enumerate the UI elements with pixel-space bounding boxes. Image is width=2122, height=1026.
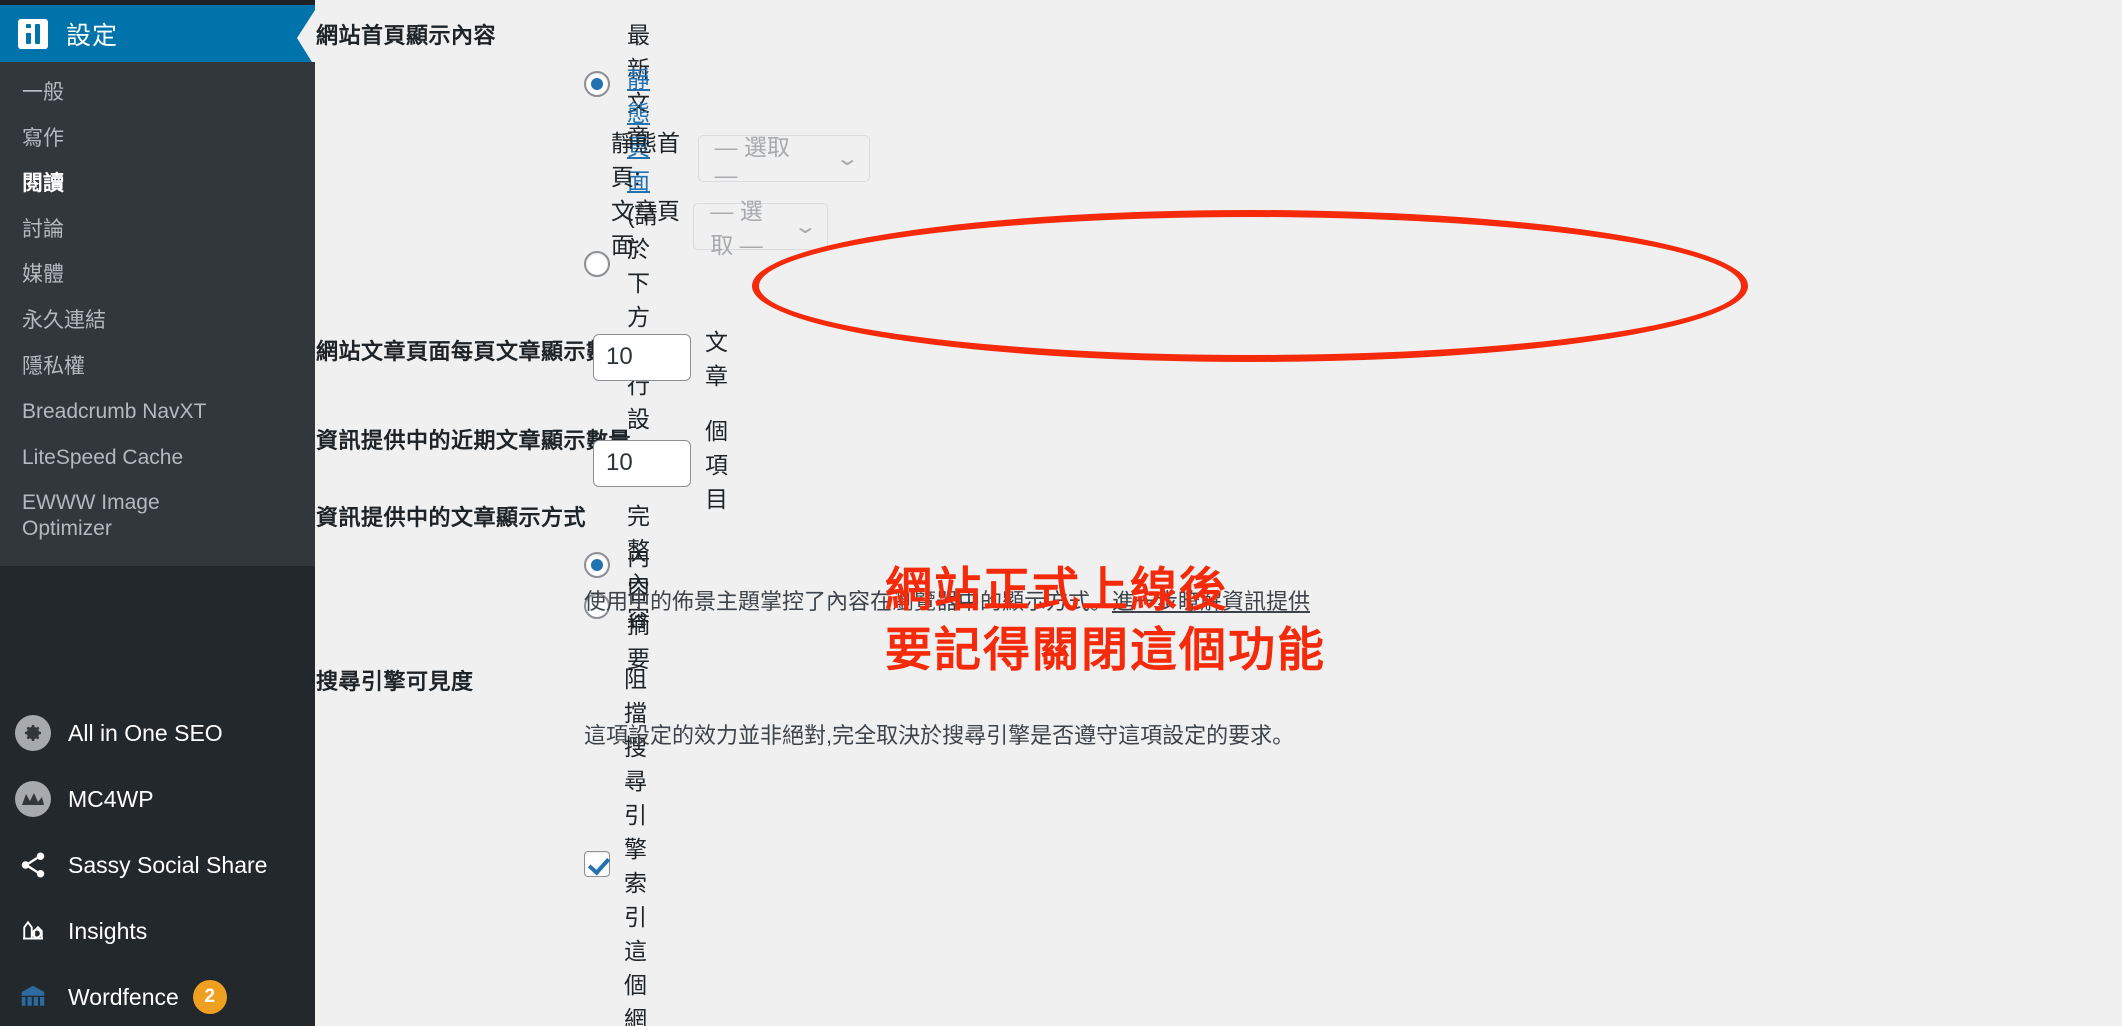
- posts-per-page-input[interactable]: [593, 333, 691, 381]
- sidebar-item-ewww-image-optimizer[interactable]: EWWW Image Optimizer: [0, 480, 315, 551]
- sidebar-item-all-in-one-seo[interactable]: All in One SEO: [0, 700, 315, 766]
- blog-public-checkbox[interactable]: [584, 851, 610, 877]
- blog-public-checkbox-row[interactable]: 阻擋搜尋引擎索引這個網站: [584, 660, 647, 1026]
- search-visibility-description: 這項設定的效力並非絕對,完全取決於搜尋引擎是否遵守這項設定的要求。: [584, 723, 1295, 748]
- settings-sliders-icon: [18, 18, 48, 49]
- annotation-ellipse-highlight: [752, 210, 1748, 362]
- postspage-select[interactable]: — 選取 — ⌄: [693, 198, 829, 258]
- homepage-select-row: 靜態首頁: — 選取 — ⌄: [611, 124, 871, 192]
- wordfence-shield-icon: [14, 978, 52, 1016]
- sidebar-current-arrow-icon: [297, 10, 315, 67]
- sidebar-item-sassy-social-share[interactable]: Sassy Social Share: [0, 832, 315, 898]
- plugin-menu: All in One SEO MC4WP Sassy Social Share …: [0, 700, 315, 1026]
- insights-icon: [14, 912, 52, 950]
- sidebar-item-media[interactable]: 媒體: [0, 252, 315, 298]
- postspage-select-label: 文章頁面:: [611, 198, 680, 258]
- wordfence-update-badge: 2: [192, 980, 227, 1014]
- sidebar-settings-header[interactable]: 設定: [0, 5, 315, 67]
- sidebar-header-title: 設定: [66, 21, 119, 50]
- postspage-select-value: — 選取 —: [710, 198, 763, 258]
- sidebar-item-label: Sassy Social Share: [68, 851, 268, 878]
- blog-public-checkbox-label: 阻擋搜尋引擎索引這個網站: [624, 666, 647, 1026]
- sidebar-item-label: MC4WP: [68, 785, 154, 812]
- homepage-select-value: — 選取 —: [714, 133, 790, 188]
- sidebar-item-reading[interactable]: 閱讀: [0, 161, 315, 207]
- sidebar-item-label: All in One SEO: [68, 719, 223, 746]
- postspage-select-row: 文章頁面: — 選取 — ⌄: [611, 192, 829, 260]
- sidebar-item-general[interactable]: 一般: [0, 70, 315, 116]
- radio-static-page[interactable]: [584, 251, 610, 277]
- front-page-option-static-page[interactable]: 靜態頁面 (請於下方進行設定): [584, 60, 658, 468]
- sidebar-item-wordfence[interactable]: Wordfence 2: [0, 964, 315, 1026]
- chevron-down-icon: ⌄: [834, 147, 860, 170]
- sidebar-item-mc4wp[interactable]: MC4WP: [0, 766, 315, 832]
- aioseo-gear-icon: [14, 714, 52, 752]
- posts-per-rss-input[interactable]: [593, 439, 691, 487]
- sidebar-item-label: Insights: [68, 917, 148, 944]
- sidebar-item-permalinks[interactable]: 永久連結: [0, 298, 315, 344]
- settings-submenu: 一般 寫作 閱讀 討論 媒體 永久連結 隱私權 Breadcrumb NavXT…: [0, 62, 315, 566]
- homepage-select[interactable]: — 選取 — ⌄: [697, 134, 871, 188]
- reading-settings-form: 網站首頁顯示內容 最新文章 靜態頁面 (請於下方進行設定) 靜態首頁: — 選取…: [315, 0, 2122, 1026]
- sidebar-item-privacy[interactable]: 隱私權: [0, 344, 315, 390]
- wordpress-reading-settings-screen: 設定 一般 寫作 閱讀 討論 媒體 永久連結 隱私權 Breadcrumb Na…: [0, 0, 2122, 1026]
- posts-per-page-unit: 文章: [705, 329, 728, 389]
- sidebar-item-discussion[interactable]: 討論: [0, 207, 315, 253]
- sidebar-item-writing[interactable]: 寫作: [0, 116, 315, 162]
- mc4wp-icon: [14, 780, 52, 818]
- sidebar-item-breadcrumb-navxt[interactable]: Breadcrumb NavXT: [0, 389, 315, 435]
- sidebar-item-label: Wordfence: [68, 983, 179, 1010]
- homepage-select-label: 靜態首頁:: [611, 130, 680, 190]
- share-nodes-icon: [14, 846, 52, 884]
- annotation-note-text: 網站正式上線後 要記得關閉這個功能: [885, 563, 1326, 677]
- posts-per-rss-unit: 個項目: [705, 418, 728, 512]
- admin-sidebar: 設定 一般 寫作 閱讀 討論 媒體 永久連結 隱私權 Breadcrumb Na…: [0, 0, 315, 1026]
- sidebar-item-insights[interactable]: Insights: [0, 898, 315, 964]
- chevron-down-icon: ⌄: [792, 215, 818, 238]
- sidebar-item-litespeed-cache[interactable]: LiteSpeed Cache: [0, 435, 315, 481]
